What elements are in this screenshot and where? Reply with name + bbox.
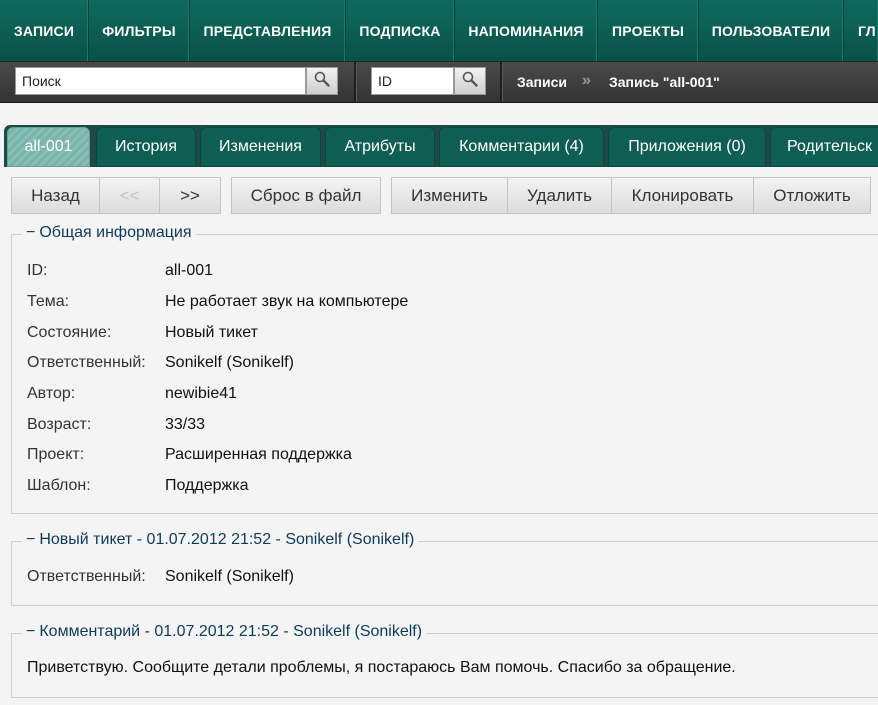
nav-views[interactable]: ПРЕДСТАВЛЕНИЯ [190, 0, 346, 61]
collapse-toggle[interactable]: − [26, 224, 35, 241]
separator [500, 62, 502, 102]
tab-bar: all-001 История Изменения Атрибуты Комме… [0, 103, 878, 168]
tab-attachments[interactable]: Приложения (0) [608, 127, 766, 167]
field-label-id: ID: [27, 262, 48, 279]
clone-button[interactable]: Клонировать [611, 177, 754, 214]
nav-projects[interactable]: ПРОЕКТЫ [598, 0, 699, 61]
nav-reminders[interactable]: НАПОМИНАНИЯ [455, 0, 598, 61]
field-label-template: Шаблон: [27, 477, 91, 494]
nav-main-partial[interactable]: ГЛ [844, 0, 878, 61]
search-bar: Записи » Запись "all-001" [0, 61, 878, 103]
field-label-responsible: Ответственный: [27, 354, 146, 371]
search-icon [313, 70, 331, 93]
nav-filters[interactable]: ФИЛЬТРЫ [89, 0, 190, 61]
comment-section: − Комментарий - 01.07.2012 21:52 - Sonike… [11, 623, 878, 698]
field-value-template: Поддержка [165, 477, 249, 494]
field-value-age: 33/33 [165, 416, 206, 433]
general-info-section: − Общая информация ID: all-001 Тема: Не р… [11, 224, 878, 514]
breadcrumb-current: Запись "all-001" [609, 74, 720, 90]
next-button[interactable]: >> [159, 177, 221, 214]
event-field-value: Sonikelf (Sonikelf) [165, 568, 294, 585]
search-icon [461, 70, 479, 93]
top-navigation: ЗАПИСИ ФИЛЬТРЫ ПРЕДСТАВЛЕНИЯ ПОДПИСКА НА… [0, 0, 878, 61]
search-button[interactable] [306, 67, 338, 95]
field-value-project: Расширенная поддержка [165, 446, 352, 463]
id-search-input[interactable] [371, 67, 454, 95]
nav-users[interactable]: ПОЛЬЗОВАТЕЛИ [699, 0, 844, 61]
section-legend: − Комментарий - 01.07.2012 21:52 - Sonike… [22, 623, 427, 641]
comment-text: Приветствую. Сообщите детали проблемы, я… [27, 659, 736, 676]
id-search-button[interactable] [454, 67, 486, 95]
field-label-project: Проект: [27, 446, 85, 463]
section-title: Комментарий - 01.07.2012 21:52 - Sonikel… [39, 623, 423, 640]
breadcrumb-root[interactable]: Записи [517, 74, 567, 90]
field-value-author: newibie41 [165, 385, 238, 402]
nav-subscription[interactable]: ПОДПИСКА [346, 0, 455, 61]
collapse-toggle[interactable]: − [26, 623, 35, 640]
previous-button[interactable]: << [99, 177, 160, 214]
field-value-subject: Не работает звук на компьютере [165, 293, 409, 310]
section-title: Новый тикет - 01.07.2012 21:52 - Sonikel… [39, 531, 415, 548]
delete-button[interactable]: Удалить [507, 177, 612, 214]
event-field-label: Ответственный: [27, 568, 146, 585]
tab-attributes[interactable]: Атрибуты [325, 127, 435, 167]
breadcrumb-separator: » [582, 72, 591, 89]
nav-records[interactable]: ЗАПИСИ [0, 0, 89, 61]
field-value-responsible: Sonikelf (Sonikelf) [165, 354, 294, 371]
tab-record[interactable]: all-001 [7, 127, 90, 167]
dump-to-file-button[interactable]: Сброс в файл [231, 177, 381, 214]
collapse-toggle[interactable]: − [26, 531, 35, 548]
section-legend: − Новый тикет - 01.07.2012 21:52 - Sonike… [22, 531, 419, 549]
tab-parent[interactable]: Родительск [770, 127, 878, 167]
field-value-state: Новый тикет [165, 324, 258, 341]
back-button[interactable]: Назад [11, 177, 100, 214]
tab-comments[interactable]: Комментарии (4) [439, 127, 604, 167]
section-title: Общая информация [39, 224, 192, 241]
field-label-subject: Тема: [27, 293, 70, 310]
field-label-state: Состояние: [27, 324, 112, 341]
field-label-author: Автор: [27, 385, 76, 402]
field-label-age: Возраст: [27, 416, 92, 433]
section-legend: − Общая информация [22, 224, 196, 242]
search-input[interactable] [15, 67, 306, 95]
tab-changes[interactable]: Изменения [200, 127, 321, 167]
event-section: − Новый тикет - 01.07.2012 21:52 - Sonike… [11, 531, 878, 606]
postpone-button[interactable]: Отложить [753, 177, 871, 214]
separator [354, 62, 356, 102]
field-value-id: all-001 [165, 262, 214, 279]
edit-button[interactable]: Изменить [391, 177, 508, 214]
tab-history[interactable]: История [96, 127, 196, 167]
